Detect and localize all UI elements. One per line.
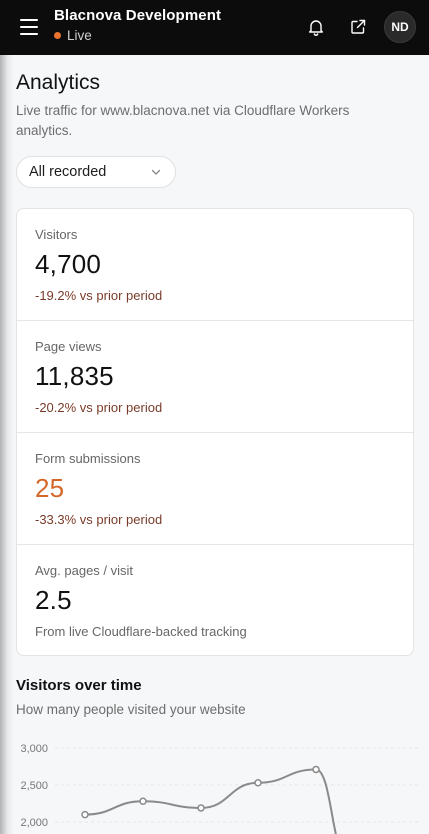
stat-value: 11,835 xyxy=(35,361,114,391)
stat-avg-pages-per-visit: Avg. pages / visit 2.5 From live Cloudfl… xyxy=(17,545,413,655)
chart-subtitle: How many people visited your website xyxy=(16,702,246,717)
date-range-value: All recorded xyxy=(29,164,107,180)
stat-delta: -19.2% vs prior period xyxy=(35,288,163,303)
bell-icon[interactable] xyxy=(306,17,326,37)
stat-note: From live Cloudflare-backed tracking xyxy=(35,624,247,639)
live-status-label: Live xyxy=(67,28,92,43)
avatar[interactable]: ND xyxy=(384,11,416,43)
stat-form-submissions: Form submissions 25 -33.3% vs prior peri… xyxy=(17,433,413,545)
stat-visitors: Visitors 4,700 -19.2% vs prior period xyxy=(17,209,413,321)
stat-label: Avg. pages / visit xyxy=(35,563,134,578)
page-title: Analytics xyxy=(16,71,101,94)
stat-page-views: Page views 11,835 -20.2% vs prior period xyxy=(17,321,413,433)
stat-label: Page views xyxy=(35,339,102,354)
drawer-edge-shadow xyxy=(0,55,14,834)
data-point[interactable] xyxy=(197,804,205,812)
stat-value: 25 xyxy=(35,473,65,503)
stats-card: Visitors 4,700 -19.2% vs prior period Pa… xyxy=(16,208,414,656)
visitors-line-chart: 3,000 2,500 2,000 xyxy=(20,743,420,834)
date-range-select[interactable]: All recorded xyxy=(16,156,176,188)
stat-value: 2.5 xyxy=(35,585,72,615)
stat-label: Form submissions xyxy=(35,451,141,466)
visitors-series-line xyxy=(84,768,337,834)
data-point[interactable] xyxy=(139,797,147,806)
data-point[interactable] xyxy=(312,765,320,774)
y-tick-label: 2,500 xyxy=(20,780,48,792)
page-description: Live traffic for www.blacnova.net via Cl… xyxy=(16,103,350,138)
data-point[interactable] xyxy=(81,810,89,819)
stat-delta: -33.3% vs prior period xyxy=(35,512,163,527)
chevron-down-icon xyxy=(151,169,161,175)
y-tick-label: 2,000 xyxy=(20,817,48,829)
data-point[interactable] xyxy=(254,779,262,787)
top-bar: Blacnova Development Live ND xyxy=(0,0,429,55)
project-header: Blacnova Development Live xyxy=(54,7,221,43)
menu-icon[interactable] xyxy=(20,19,38,35)
live-status: Live xyxy=(54,28,221,43)
stat-value: 4,700 xyxy=(35,249,102,279)
stat-delta: -20.2% vs prior period xyxy=(35,400,163,415)
y-tick-label: 3,000 xyxy=(20,743,48,755)
live-dot-icon xyxy=(54,32,61,39)
stat-label: Visitors xyxy=(35,227,78,242)
external-link-icon[interactable] xyxy=(348,17,368,37)
chart-title: Visitors over time xyxy=(16,677,142,694)
project-title: Blacnova Development xyxy=(54,7,222,24)
